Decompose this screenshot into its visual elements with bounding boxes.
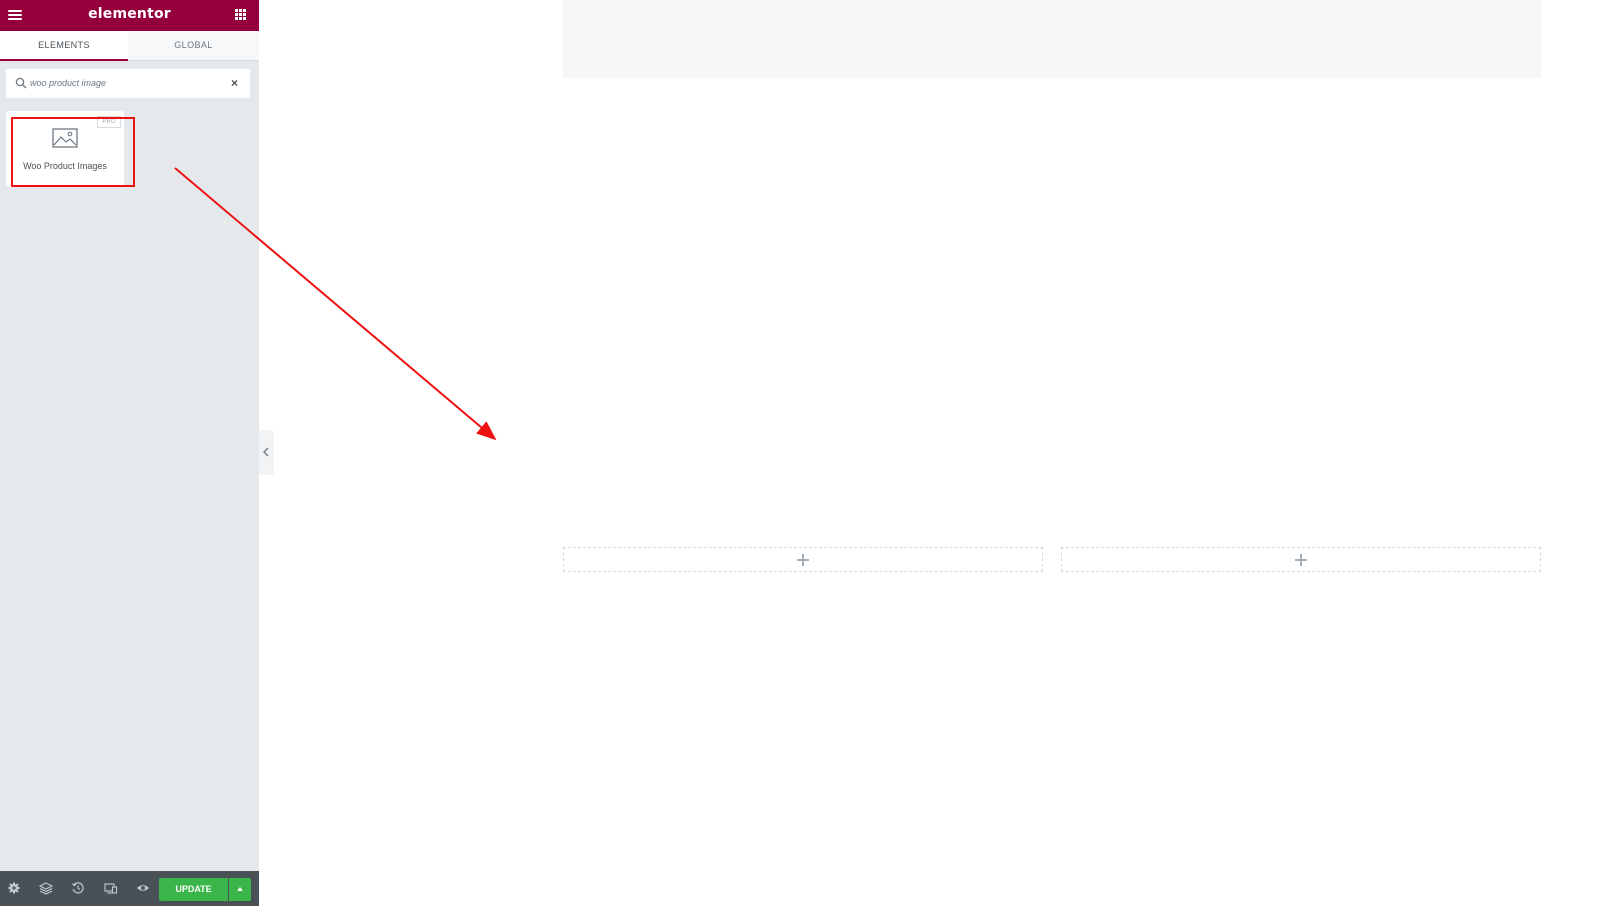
panel-header: elementor — [0, 0, 259, 31]
gear-icon[interactable] — [7, 881, 21, 895]
add-element-column-right[interactable] — [1061, 547, 1541, 572]
chevron-left-icon — [263, 447, 269, 457]
widget-label: Woo Product Images — [23, 161, 107, 171]
collapse-panel-handle[interactable] — [259, 430, 274, 475]
elementor-logo: elementor — [88, 6, 171, 22]
add-element-column-left[interactable] — [563, 547, 1043, 572]
tab-global[interactable]: GLOBAL — [128, 31, 259, 61]
editor-panel: elementor ELEMENTS GLOBAL × PRO Woo Prod… — [0, 0, 259, 906]
plus-icon — [797, 554, 809, 566]
responsive-icon[interactable] — [104, 881, 118, 895]
update-button[interactable]: UPDATE — [159, 878, 228, 901]
clear-search-icon[interactable]: × — [231, 77, 238, 89]
search-box: × — [6, 69, 250, 98]
layers-icon[interactable] — [39, 881, 53, 895]
search-icon — [15, 77, 27, 89]
search-input[interactable] — [30, 75, 220, 91]
page-section-top — [563, 0, 1541, 78]
widget-woo-product-images[interactable]: PRO Woo Product Images — [6, 111, 124, 187]
widgets-grid-icon[interactable] — [235, 9, 247, 21]
pro-badge: PRO — [97, 116, 121, 128]
image-icon — [52, 128, 78, 148]
eye-icon[interactable] — [136, 881, 150, 895]
plus-icon — [1295, 554, 1307, 566]
update-options-button[interactable] — [229, 878, 251, 901]
panel-tabs: ELEMENTS GLOBAL — [0, 31, 259, 61]
history-icon[interactable] — [71, 881, 85, 895]
tab-elements[interactable]: ELEMENTS — [0, 31, 128, 61]
